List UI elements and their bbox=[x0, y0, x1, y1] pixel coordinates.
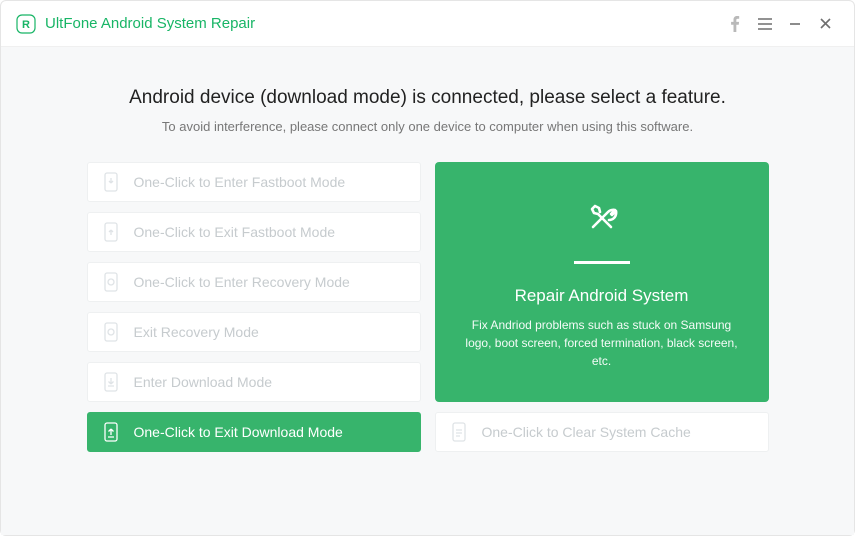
option-enter-fastboot[interactable]: One-Click to Enter Fastboot Mode bbox=[87, 162, 421, 202]
right-column: Repair Android System Fix Andriod proble… bbox=[435, 162, 769, 452]
menu-icon[interactable] bbox=[750, 9, 780, 39]
option-enter-download[interactable]: Enter Download Mode bbox=[87, 362, 421, 402]
phone-download-icon bbox=[102, 372, 120, 392]
titlebar: R UltFone Android System Repair bbox=[1, 1, 854, 47]
feature-grid: One-Click to Enter Fastboot Mode One-Cli… bbox=[19, 162, 836, 452]
minimize-button[interactable] bbox=[780, 9, 810, 39]
option-label: One-Click to Exit Download Mode bbox=[134, 424, 343, 440]
repair-system-card[interactable]: Repair Android System Fix Andriod proble… bbox=[435, 162, 769, 402]
option-label: Enter Download Mode bbox=[134, 374, 273, 390]
option-label: One-Click to Clear System Cache bbox=[482, 424, 691, 440]
option-label: Exit Recovery Mode bbox=[134, 324, 259, 340]
app-title: UltFone Android System Repair bbox=[45, 15, 255, 32]
main-content: Android device (download mode) is connec… bbox=[1, 47, 854, 535]
close-button[interactable] bbox=[810, 9, 840, 39]
option-label: One-Click to Enter Recovery Mode bbox=[134, 274, 350, 290]
app-window: R UltFone Android System Repair Android … bbox=[0, 0, 855, 536]
left-column: One-Click to Enter Fastboot Mode One-Cli… bbox=[87, 162, 421, 452]
option-exit-fastboot[interactable]: One-Click to Exit Fastboot Mode bbox=[87, 212, 421, 252]
divider bbox=[574, 261, 630, 264]
page-heading: Android device (download mode) is connec… bbox=[129, 87, 726, 109]
repair-card-title: Repair Android System bbox=[515, 286, 689, 306]
option-exit-download[interactable]: One-Click to Exit Download Mode bbox=[87, 412, 421, 452]
option-label: One-Click to Exit Fastboot Mode bbox=[134, 224, 336, 240]
option-clear-cache[interactable]: One-Click to Clear System Cache bbox=[435, 412, 769, 452]
phone-icon bbox=[102, 272, 120, 292]
phone-icon bbox=[102, 222, 120, 242]
option-enter-recovery[interactable]: One-Click to Enter Recovery Mode bbox=[87, 262, 421, 302]
repair-card-desc: Fix Andriod problems such as stuck on Sa… bbox=[459, 316, 745, 370]
phone-icon bbox=[102, 172, 120, 192]
app-logo-icon: R bbox=[15, 13, 37, 35]
svg-text:R: R bbox=[22, 19, 30, 31]
phone-icon bbox=[102, 322, 120, 342]
phone-download-icon bbox=[102, 422, 120, 442]
option-label: One-Click to Enter Fastboot Mode bbox=[134, 174, 346, 190]
page-subheading: To avoid interference, please connect on… bbox=[162, 119, 693, 134]
facebook-icon[interactable] bbox=[720, 9, 750, 39]
tools-icon bbox=[578, 194, 626, 247]
option-exit-recovery[interactable]: Exit Recovery Mode bbox=[87, 312, 421, 352]
phone-icon bbox=[450, 422, 468, 442]
